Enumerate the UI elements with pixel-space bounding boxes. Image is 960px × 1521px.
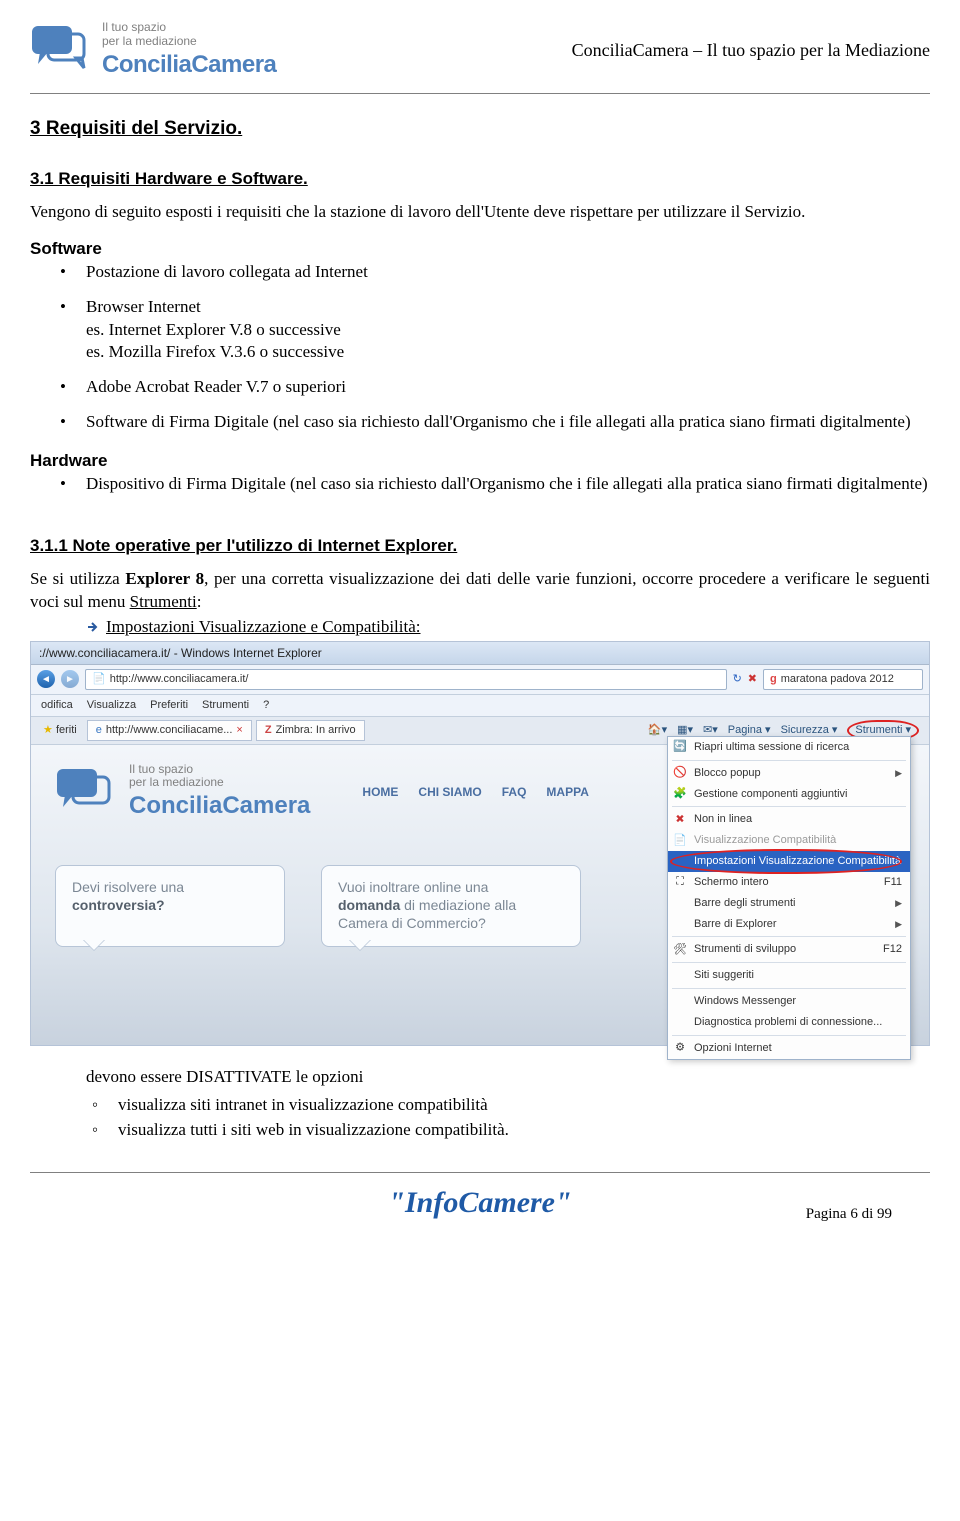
heading-3-1-1: 3.1.1 Note operative per l'utilizzo di I…: [30, 535, 930, 558]
list-item: Browser Internet es. Internet Explorer V…: [86, 296, 930, 365]
logo-block: Il tuo spazio per la mediazione Concilia…: [30, 20, 276, 81]
browser-tab[interactable]: e http://www.conciliacame... ×: [87, 720, 252, 741]
ie-menubar: odifica Visualizza Preferiti Strumenti ?: [31, 695, 929, 717]
list-item: Dispositivo di Firma Digitale (nel caso …: [86, 473, 930, 496]
forward-button-icon[interactable]: ►: [61, 670, 79, 688]
page-header: Il tuo spazio per la mediazione Concilia…: [30, 0, 930, 94]
list-item: Adobe Acrobat Reader V.7 o superiori: [86, 376, 930, 399]
page-number: Pagina 6 di 99: [806, 1204, 892, 1224]
infocamere-logo: "InfoCamere": [388, 1183, 571, 1224]
dropdown-item[interactable]: Diagnostica problemi di connessione...: [668, 1012, 910, 1033]
logo-wordmark: ConciliaCamera: [102, 49, 276, 81]
speech-bubble-left: Devi risolvere una controversia?: [55, 865, 285, 948]
dropdown-item: 📄 Visualizzazione Compatibilità: [668, 830, 910, 851]
list-item: visualizza siti intranet in visualizzazi…: [118, 1094, 930, 1117]
compat-settings-link: Impostazioni Visualizzazione e Compatibi…: [106, 616, 421, 639]
ie-screenshot: ://www.conciliacamera.it/ - Windows Inte…: [30, 641, 930, 1046]
page-icon: 📄: [92, 672, 106, 687]
ie-addressbar: ◄ ► 📄 http://www.conciliacamera.it/ ↻ ✖ …: [31, 665, 929, 695]
menu-item[interactable]: ?: [263, 698, 269, 713]
menu-item[interactable]: Strumenti: [202, 698, 249, 713]
refresh-icon[interactable]: ↻: [733, 672, 742, 687]
home-icon[interactable]: 🏠▾: [648, 723, 667, 738]
dropdown-item[interactable]: Windows Messenger: [668, 991, 910, 1012]
close-icon[interactable]: ×: [236, 723, 242, 738]
dropdown-item[interactable]: 🔄 Riapri ultima sessione di ricerca: [668, 737, 910, 758]
offline-icon: ✖: [673, 812, 687, 827]
speech-bubble-right: Vuoi inoltrare online una domanda di med…: [321, 865, 581, 948]
hardware-label: Hardware: [30, 450, 930, 473]
back-button-icon[interactable]: ◄: [37, 670, 55, 688]
google-icon: g: [770, 672, 777, 687]
fullscreen-icon: ⛶: [673, 875, 687, 890]
browser-tab[interactable]: Z Zimbra: In arrivo: [256, 720, 365, 741]
disable-options-list: visualizza siti intranet in visualizzazi…: [30, 1094, 930, 1142]
dropdown-item[interactable]: 🧩 Gestione componenti aggiuntivi: [668, 784, 910, 805]
tools-dropdown: 🔄 Riapri ultima sessione di ricerca 🚫 Bl…: [667, 736, 911, 1060]
heading-3-1: 3.1 Requisiti Hardware e Software.: [30, 168, 930, 191]
dropdown-item[interactable]: 🚫 Blocco popup▶: [668, 763, 910, 784]
software-label: Software: [30, 238, 930, 261]
list-item: visualizza tutti i siti web in visualizz…: [118, 1119, 930, 1142]
ie-titlebar: ://www.conciliacamera.it/ - Windows Inte…: [31, 642, 929, 665]
dropdown-item[interactable]: ⛶ Schermo interoF11: [668, 872, 910, 893]
compat-view-icon: 📄: [673, 833, 687, 848]
hardware-list: Dispositivo di Firma Digitale (nel caso …: [30, 473, 930, 496]
nav-item[interactable]: FAQ: [502, 784, 527, 800]
search-field[interactable]: g maratona padova 2012: [763, 669, 923, 690]
page-logo-wordmark: ConciliaCamera: [129, 790, 310, 822]
ie-note-paragraph: Se si utilizza Explorer 8, per una corre…: [30, 568, 930, 614]
gear-icon: ⚙: [673, 1041, 687, 1056]
post-screenshot-note: devono essere DISATTIVATE le opzioni: [30, 1066, 930, 1089]
dropdown-item[interactable]: ✖ Non in linea: [668, 809, 910, 830]
menu-item[interactable]: Preferiti: [150, 698, 188, 713]
list-item: Software di Firma Digitale (nel caso sia…: [86, 411, 930, 434]
compat-settings-bullet: Impostazioni Visualizzazione e Compatibi…: [30, 616, 930, 639]
star-icon: ★: [43, 724, 53, 736]
dropdown-item[interactable]: Barre degli strumenti▶: [668, 893, 910, 914]
arrow-right-icon: [86, 620, 100, 634]
page-nav: HOME CHI SIAMO FAQ MAPPA: [362, 784, 588, 800]
speech-bubble-logo-icon: [30, 22, 90, 79]
dropdown-item[interactable]: 🛠 Strumenti di sviluppoF12: [668, 939, 910, 960]
dropdown-item-highlighted[interactable]: Impostazioni Visualizzazione Compatibili…: [668, 851, 910, 872]
speech-bubble-logo-icon: [55, 765, 115, 820]
document-body: 3 Requisiti del Servizio. 3.1 Requisiti …: [30, 94, 930, 1142]
devtools-icon: 🛠: [673, 942, 687, 957]
dropdown-item[interactable]: ⚙ Opzioni Internet: [668, 1038, 910, 1059]
nav-item[interactable]: CHI SIAMO: [418, 784, 481, 800]
menu-item[interactable]: Visualizza: [87, 698, 136, 713]
favorites-label[interactable]: ★ feriti: [37, 721, 83, 740]
software-list: Postazione di lavoro collegata ad Intern…: [30, 261, 930, 435]
page-tagline: Il tuo spazioper la mediazione: [129, 763, 310, 791]
addons-icon: 🧩: [673, 787, 687, 802]
nav-item[interactable]: MAPPA: [546, 784, 588, 800]
intro-paragraph: Vengono di seguito esposti i requisiti c…: [30, 201, 930, 224]
zimbra-icon: Z: [265, 723, 272, 738]
popup-icon: 🚫: [673, 766, 687, 781]
logo-tagline: Il tuo spazio per la mediazione: [102, 20, 276, 49]
stop-icon[interactable]: ✖: [748, 672, 757, 687]
list-item: Postazione di lavoro collegata ad Intern…: [86, 261, 930, 284]
page-footer: "InfoCamere" Pagina 6 di 99: [30, 1172, 930, 1244]
nav-item[interactable]: HOME: [362, 784, 398, 800]
reopen-icon: 🔄: [673, 740, 687, 755]
document-title: ConciliaCamera – Il tuo spazio per la Me…: [572, 20, 930, 62]
dropdown-item[interactable]: Siti suggeriti: [668, 965, 910, 986]
heading-3: 3 Requisiti del Servizio.: [30, 116, 930, 142]
menu-item[interactable]: odifica: [41, 698, 73, 713]
ie-icon: e: [96, 723, 102, 738]
url-field[interactable]: 📄 http://www.conciliacamera.it/: [85, 669, 727, 690]
dropdown-item[interactable]: Barre di Explorer▶: [668, 914, 910, 935]
